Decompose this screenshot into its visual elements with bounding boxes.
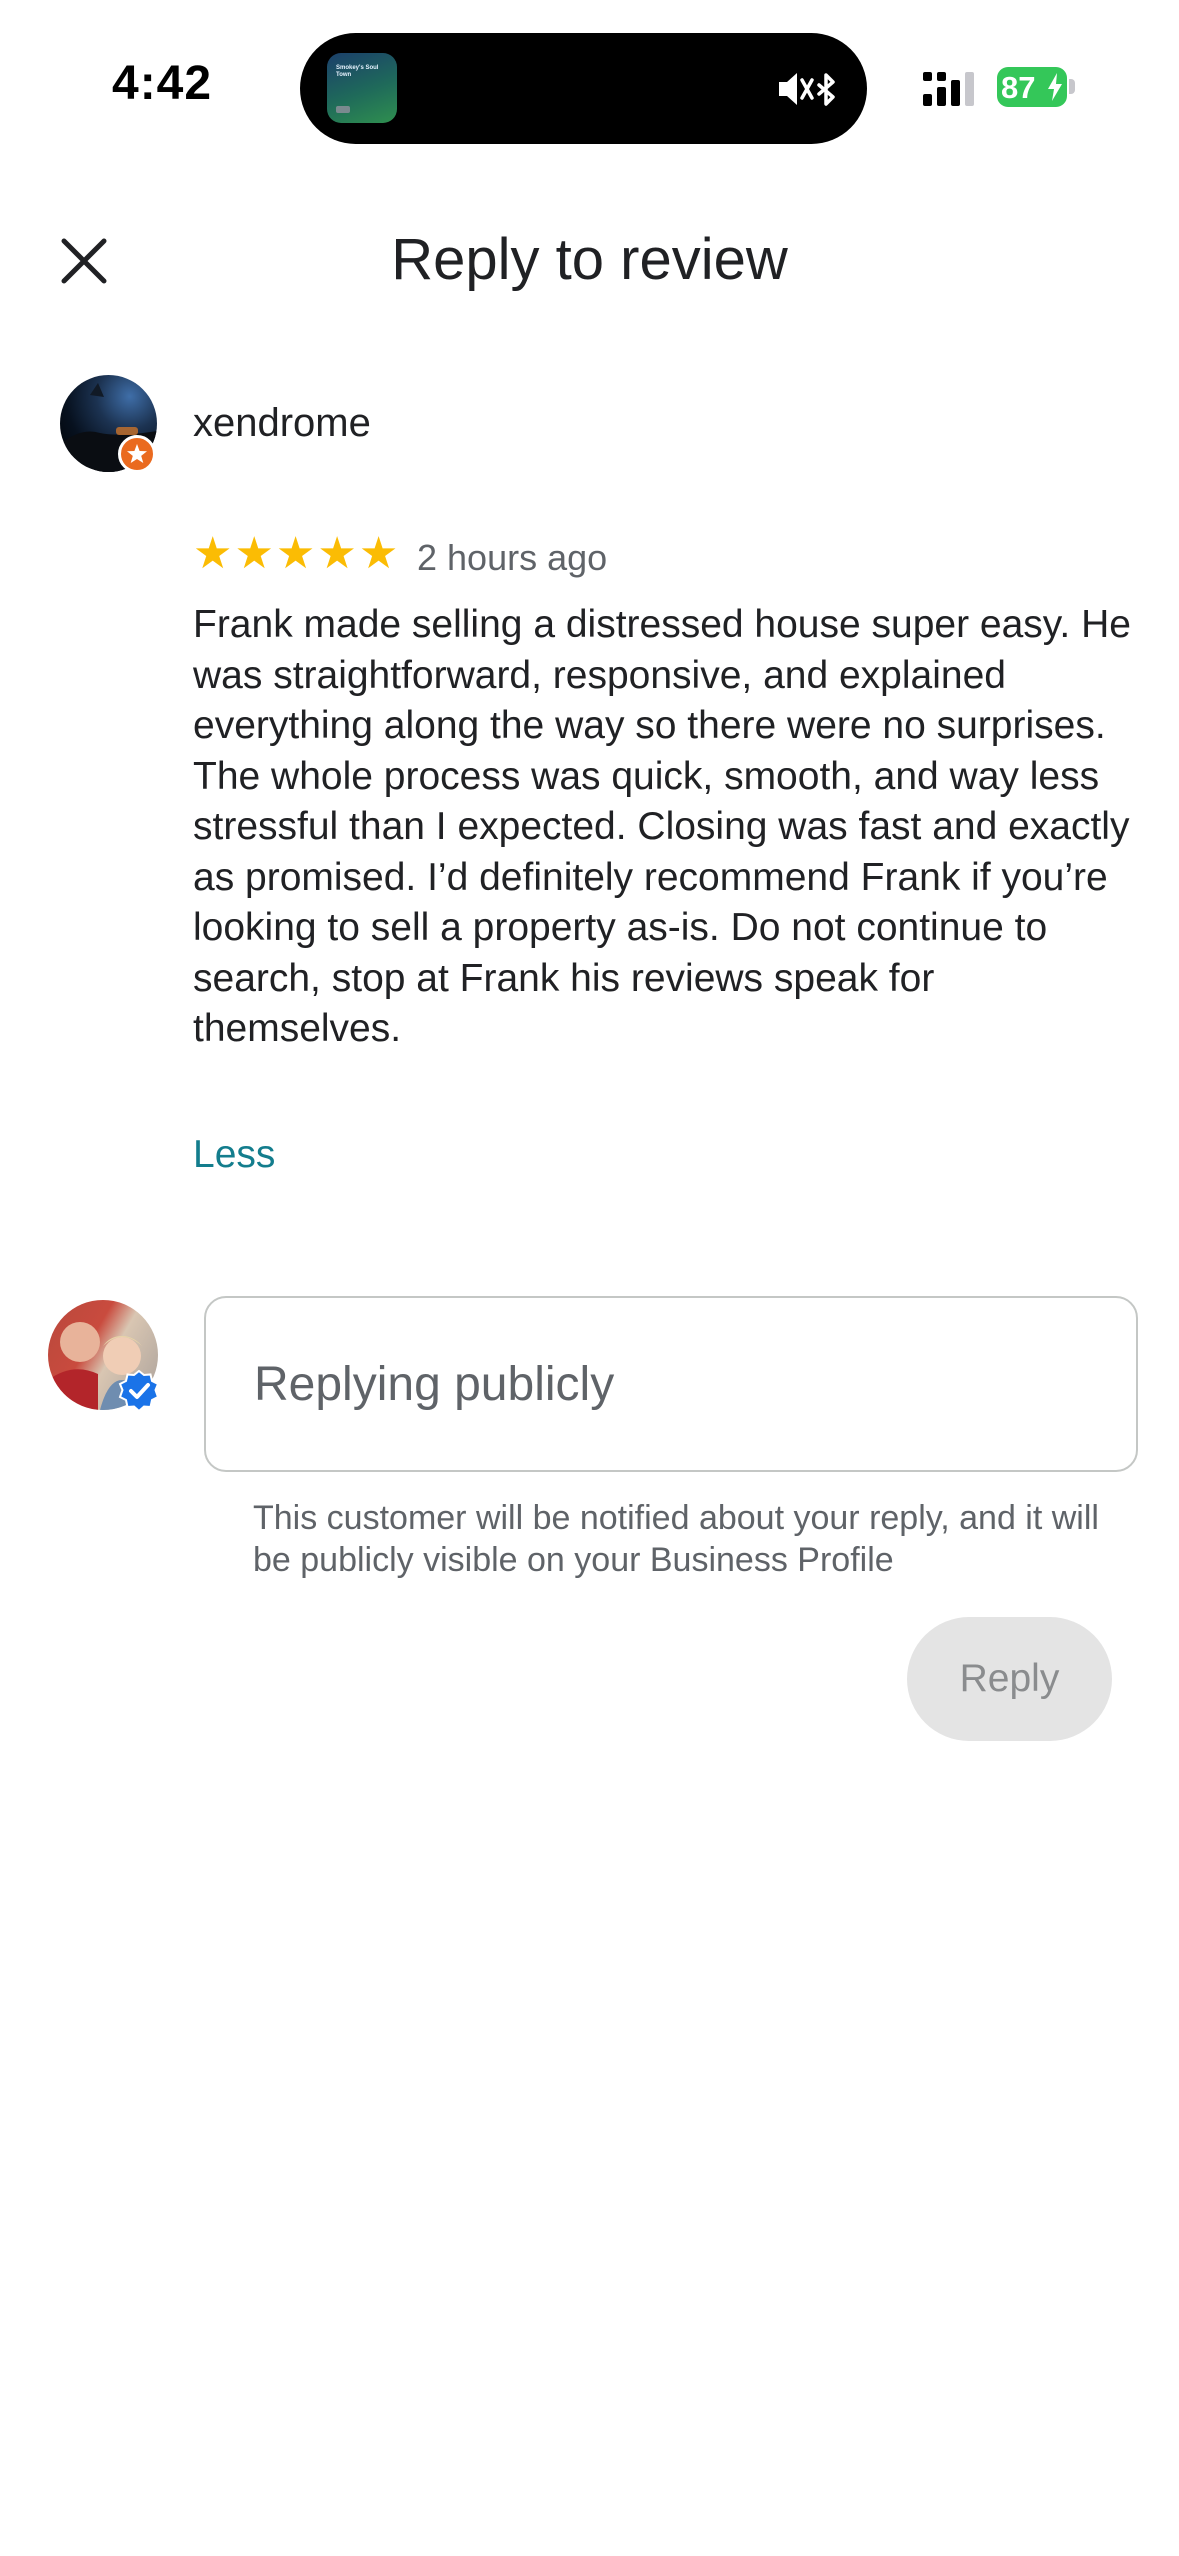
- reviewer-avatar[interactable]: [60, 375, 157, 473]
- star-icon: ★: [234, 529, 274, 578]
- star-icon: ★: [275, 529, 316, 578]
- mute-bluetooth-icon: [779, 73, 835, 106]
- reviewer-name[interactable]: xendrome: [193, 401, 371, 446]
- star-icon: ★: [317, 529, 357, 578]
- signal-icon: [923, 72, 974, 106]
- now-playing-artwork: Smokey's Soul Town: [327, 53, 397, 123]
- less-link[interactable]: Less: [193, 1133, 275, 1177]
- star-icon: ★: [193, 529, 233, 578]
- battery-cap: [1069, 79, 1075, 94]
- star-rating: ★ ★ ★ ★ ★: [193, 530, 398, 578]
- page-title: Reply to review: [391, 227, 788, 292]
- star-icon: ★: [358, 529, 399, 578]
- artwork-text: Smokey's Soul Town: [336, 65, 379, 78]
- review-text: Frank made selling a distressed house su…: [193, 603, 1131, 1050]
- reply-visibility-notice: This customer will be notified about you…: [253, 1499, 1099, 1579]
- owner-avatar: [48, 1300, 160, 1412]
- dynamic-island[interactable]: Smokey's Soul Town: [300, 33, 867, 144]
- reply-input[interactable]: [204, 1296, 1138, 1472]
- verified-badge-icon: [118, 1370, 160, 1412]
- charging-bolt-icon: [1048, 73, 1062, 101]
- reply-button[interactable]: Reply: [907, 1617, 1112, 1741]
- status-time: 4:42: [112, 57, 213, 110]
- review-timestamp: 2 hours ago: [417, 537, 608, 578]
- battery-icon: 87: [997, 67, 1067, 107]
- battery-level: 87: [1001, 70, 1036, 105]
- reply-to-review-screen: 4:42 Smokey's Soul Town 87 Reply to revi…: [0, 0, 1179, 2556]
- local-guide-badge-icon: [118, 435, 156, 473]
